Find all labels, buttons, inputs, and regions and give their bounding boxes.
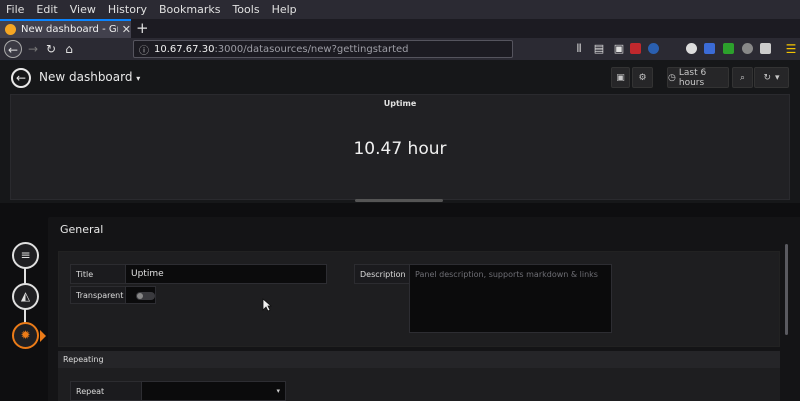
info-icon[interactable]: ⓘ [139,42,149,57]
title-label: Title [70,264,126,284]
reload-button[interactable]: ↻ [42,40,60,58]
transparent-label: Transparent [70,286,126,304]
menu-bookmarks[interactable]: Bookmarks [159,3,220,16]
grafana-dashboard-navbar: ← New dashboard ▾ ▣ ⚙ ◷ Last 6 hours ⌕ ↻… [0,60,800,94]
save-icon: ▣ [616,72,625,83]
home-button[interactable]: ⌂ [60,40,78,58]
section-title-general: General [60,223,104,236]
panel-title[interactable]: Uptime [11,99,789,108]
url-path: :3000/datasources/new?gettingstarted [214,43,409,55]
menu-file[interactable]: File [6,3,24,16]
browser-menu-bar: File Edit View History Bookmarks Tools H… [0,0,800,19]
search-icon: ⌕ [739,72,746,83]
settings-button[interactable]: ⚙ [632,67,653,88]
refresh-button[interactable]: ↻ ▾ [754,67,789,88]
mouse-cursor-icon [262,298,272,312]
panel-resize-handle[interactable] [355,199,443,202]
repeating-section-header[interactable]: Repeating [58,351,780,368]
menu-help[interactable]: Help [272,3,297,16]
translate-icon[interactable] [704,43,715,54]
dashboard-title-text: New dashboard [39,70,133,84]
reader-icon[interactable]: ▣ [610,40,628,58]
tab-strip: New dashboard - Grafana ✕ + [0,19,800,38]
visualization-chart-icon[interactable]: ◭ [12,283,39,310]
general-settings-gear-icon[interactable]: ✹ [12,322,39,349]
toggle-track [136,292,155,300]
save-dashboard-button[interactable]: ▣ [611,67,630,88]
new-tab-button[interactable]: + [136,19,149,38]
title-input[interactable]: Uptime [125,264,327,284]
screenshot-icon[interactable] [760,43,771,54]
gear-icon: ⚙ [638,72,647,83]
refresh-icon: ↻ [763,72,771,83]
browser-nav-bar: ← → ↻ ⌂ ⓘ 10.67.67.30 :3000/datasources/… [0,38,800,60]
repeat-label: Repeat [70,381,142,401]
library-icon[interactable]: ⫴ [570,40,588,58]
menu-view[interactable]: View [70,3,96,16]
description-label: Description [354,264,410,284]
panel-stat-value: 10.47 hour [353,139,447,159]
extension-s-icon[interactable] [648,43,659,54]
active-step-arrow [40,330,46,342]
menu-history[interactable]: History [108,3,147,16]
ublock-icon[interactable] [630,43,641,54]
zoom-out-button[interactable]: ⌕ [732,67,753,88]
uptime-panel[interactable]: Uptime 10.47 hour [10,94,790,200]
back-button[interactable]: ← [4,40,22,58]
forward-button[interactable]: → [24,40,42,58]
transparent-toggle[interactable] [125,286,156,304]
time-picker-button[interactable]: ◷ Last 6 hours [667,67,729,88]
description-textarea[interactable]: Panel description, supports markdown & l… [409,264,612,333]
menu-tools[interactable]: Tools [232,3,259,16]
tab-title: New dashboard - Grafana [21,24,118,35]
queries-database-icon[interactable]: ≡ [12,242,39,269]
hamburger-menu-icon[interactable]: ☰ [782,40,800,58]
sidebar-icon[interactable]: ▤ [590,40,608,58]
url-host: 10.67.67.30 [154,43,215,55]
url-bar[interactable]: ⓘ 10.67.67.30 :3000/datasources/new?gett… [133,40,513,58]
clock-icon: ◷ [668,72,676,83]
time-range-label: Last 6 hours [678,67,707,88]
extension-circle-icon[interactable] [686,43,697,54]
caret-down-icon: ▾ [276,387,280,395]
extension-green-icon[interactable] [723,43,734,54]
toggle-knob [137,293,143,299]
dashboard-title[interactable]: New dashboard ▾ [39,70,140,84]
chevron-down-icon: ▾ [136,74,141,83]
menu-edit[interactable]: Edit [36,3,57,16]
extension-c-icon[interactable] [742,43,753,54]
browser-tab-active[interactable]: New dashboard - Grafana ✕ [0,19,131,38]
caret-down-icon: ▾ [775,72,780,83]
repeat-select[interactable]: ▾ [141,381,286,401]
grafana-favicon-icon [5,24,16,35]
close-tab-icon[interactable]: ✕ [122,23,131,36]
back-arrow-icon[interactable]: ← [11,68,31,88]
editor-scrollbar[interactable] [785,244,788,335]
